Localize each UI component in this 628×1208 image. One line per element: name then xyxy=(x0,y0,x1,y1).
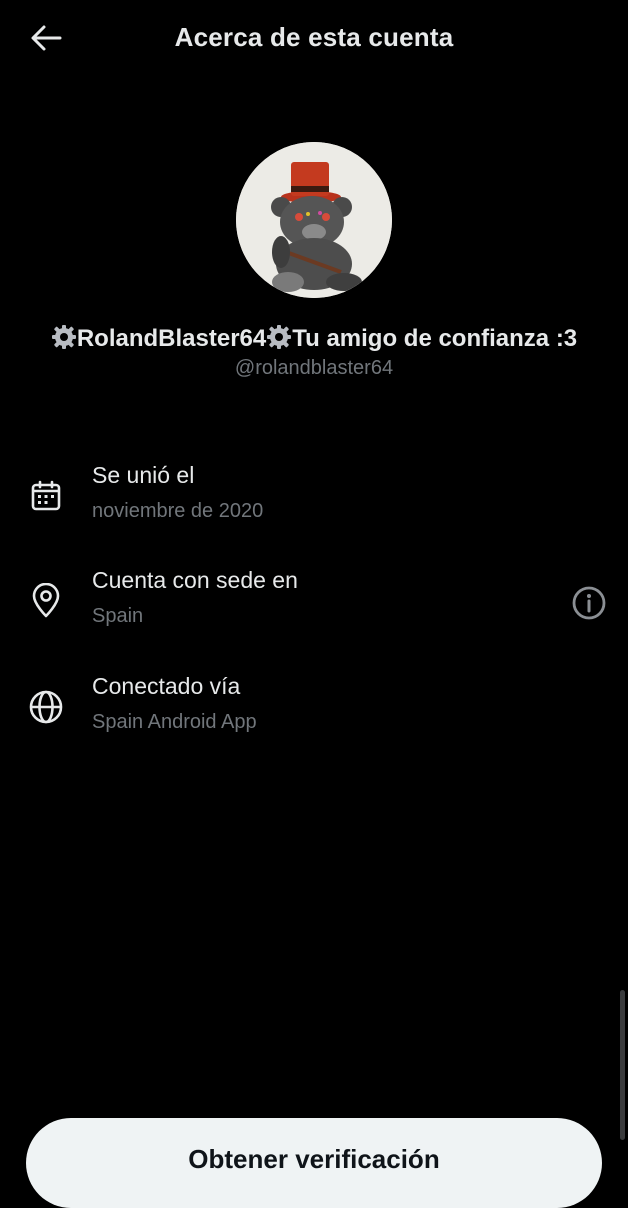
gear-emoji-icon xyxy=(51,325,76,349)
display-name-part1: RolandBlaster64 xyxy=(76,325,267,352)
display-name-part2: Tu amigo de confianza :3 xyxy=(292,325,578,352)
avatar[interactable] xyxy=(236,142,392,298)
get-verified-button[interactable]: Obtener verificación xyxy=(26,1118,602,1208)
get-verified-label: Obtener verificación xyxy=(188,1144,440,1174)
user-handle: @rolandblaster64 xyxy=(234,357,394,379)
joined-label: Se unió el xyxy=(92,462,195,488)
location-pin-icon xyxy=(26,581,66,621)
location-row: Cuenta con sede en Spain xyxy=(0,567,628,647)
display-name: RolandBlaster64 Tu amigo de confianza :3 xyxy=(0,324,628,353)
calendar-icon xyxy=(26,476,66,516)
connected-value: Spain Android App xyxy=(92,711,257,733)
location-value: Spain xyxy=(92,605,144,627)
info-icon xyxy=(572,586,606,620)
location-info-button[interactable] xyxy=(568,582,610,624)
joined-value: noviembre de 2020 xyxy=(92,500,264,522)
location-label: Cuenta con sede en xyxy=(92,567,298,593)
gear-emoji-icon xyxy=(267,325,292,349)
avatar-bear-illustration xyxy=(236,142,392,298)
globe-icon xyxy=(26,687,66,727)
joined-row: Se unió el noviembre de 2020 xyxy=(0,462,628,542)
page-title: Acerca de esta cuenta xyxy=(174,22,454,52)
top-bar: Acerca de esta cuenta xyxy=(0,0,628,76)
connected-row: Conectado vía Spain Android App xyxy=(0,673,628,753)
scrollbar[interactable] xyxy=(620,990,625,1140)
connected-label: Conectado vía xyxy=(92,673,241,699)
